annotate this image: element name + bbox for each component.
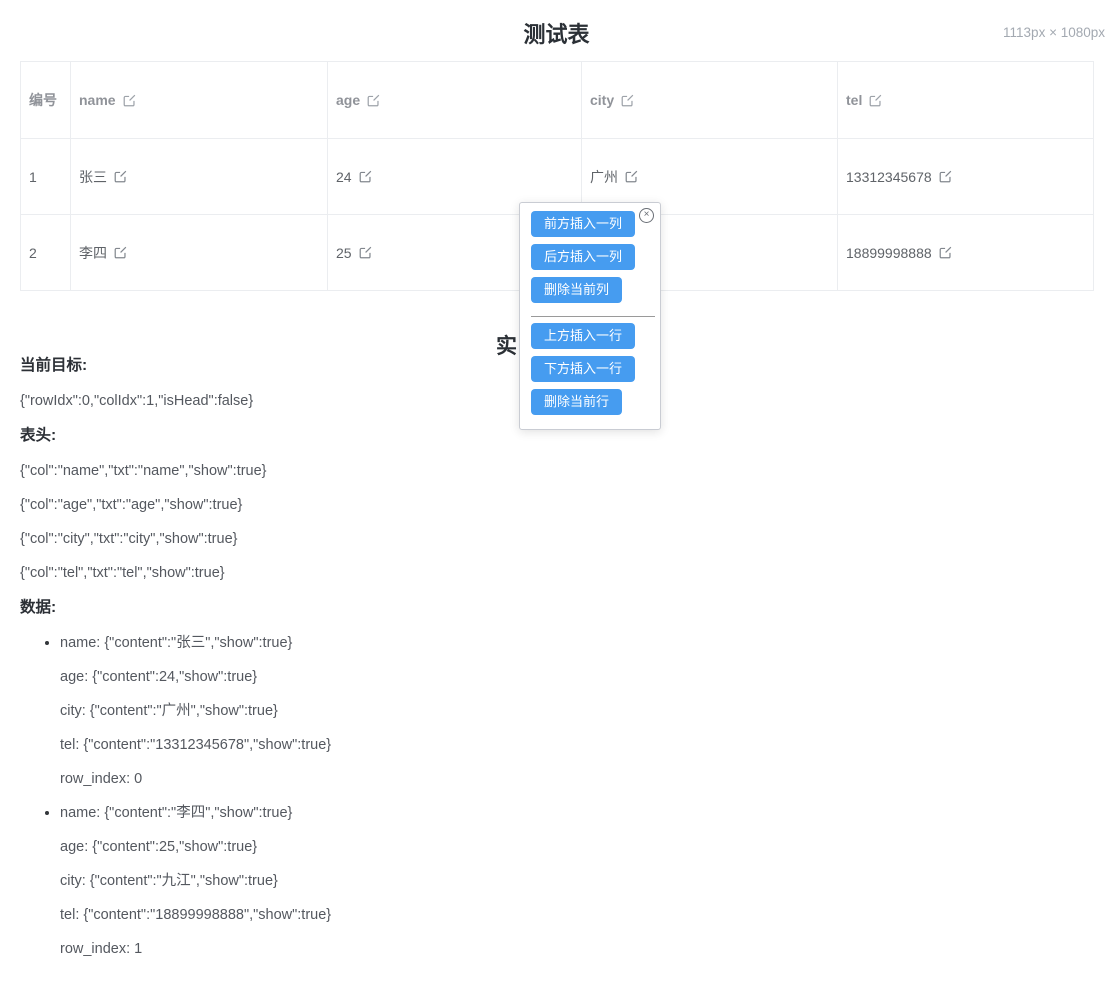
column-header-label: tel [846, 92, 862, 108]
debug-info-panel: 当前目标: {"rowIdx":0,"colIdx":1,"isHead":fa… [20, 355, 1113, 959]
data-json-line: city: {"content":"广州","show":true} [60, 701, 1113, 721]
data-list: name: {"content":"张三","show":true} age: … [20, 633, 1113, 959]
column-header-tel[interactable]: tel [838, 62, 1094, 139]
edit-icon[interactable] [114, 170, 127, 183]
header-json-line: {"col":"age","txt":"age","show":true} [20, 495, 1113, 515]
cell-text: 13312345678 [846, 169, 932, 185]
cell-text: 25 [336, 245, 352, 261]
cell-name[interactable]: 张三 [71, 139, 328, 215]
data-json-line: name: {"content":"李四","show":true} [60, 803, 1113, 823]
cell-name[interactable]: 李四 [71, 215, 328, 291]
edit-icon[interactable] [625, 170, 638, 183]
edit-icon[interactable] [621, 94, 634, 107]
header-json-line: {"col":"tel","txt":"tel","show":true} [20, 563, 1113, 583]
cell-tel[interactable]: 13312345678 [838, 139, 1094, 215]
cell-tel[interactable]: 18899998888 [838, 215, 1094, 291]
cell-text: 24 [336, 169, 352, 185]
data-json-line: age: {"content":24,"show":true} [60, 667, 1113, 687]
column-header-age[interactable]: age [328, 62, 582, 139]
insert-row-below-button[interactable]: 下方插入一行 [531, 356, 635, 382]
table-header-row: 编号 name age city tel [21, 62, 1094, 139]
cell-text: 2 [29, 245, 37, 261]
insert-row-above-button[interactable]: 上方插入一行 [531, 323, 635, 349]
popup-divider [531, 316, 655, 317]
cell-text: 张三 [79, 167, 107, 187]
edit-icon[interactable] [939, 246, 952, 259]
column-header-name[interactable]: name [71, 62, 328, 139]
data-json-line: age: {"content":25,"show":true} [60, 837, 1113, 857]
data-json-line: name: {"content":"张三","show":true} [60, 633, 1113, 653]
close-icon[interactable]: × [639, 208, 654, 223]
column-header-label: city [590, 92, 614, 108]
edit-icon[interactable] [939, 170, 952, 183]
row-number-cell: 1 [21, 139, 71, 215]
edit-icon[interactable] [359, 246, 372, 259]
cell-action-popup: × 前方插入一列 后方插入一列 删除当前列 上方插入一行 下方插入一行 删除当前… [519, 202, 661, 430]
column-header-city[interactable]: city [582, 62, 838, 139]
header-json-line: {"col":"city","txt":"city","show":true} [20, 529, 1113, 549]
row-number-cell: 2 [21, 215, 71, 291]
data-json-line: row_index: 1 [60, 939, 1113, 959]
cell-text: 广州 [590, 167, 618, 187]
column-header-label: age [336, 92, 360, 108]
header-json-line: {"col":"name","txt":"name","show":true} [20, 461, 1113, 481]
data-json-line: city: {"content":"九江","show":true} [60, 871, 1113, 891]
edit-icon[interactable] [359, 170, 372, 183]
column-header-label: 编号 [29, 90, 57, 110]
insert-column-after-button[interactable]: 后方插入一列 [531, 244, 635, 270]
edit-icon[interactable] [123, 94, 136, 107]
viewport-size-label: 1113px × 1080px [1003, 25, 1105, 40]
data-list-item: name: {"content":"张三","show":true} age: … [60, 633, 1113, 789]
data-heading: 数据: [20, 597, 1113, 618]
column-header-label: name [79, 92, 116, 108]
data-list-item: name: {"content":"李四","show":true} age: … [60, 803, 1113, 959]
column-header-index: 编号 [21, 62, 71, 139]
edit-icon[interactable] [367, 94, 380, 107]
data-json-line: tel: {"content":"18899998888","show":tru… [60, 905, 1113, 925]
insert-column-before-button[interactable]: 前方插入一列 [531, 211, 635, 237]
delete-current-row-button[interactable]: 删除当前行 [531, 389, 622, 415]
page-title: 测试表 [0, 20, 1113, 49]
partially-hidden-heading: 实 [496, 330, 517, 360]
cell-text: 1 [29, 169, 37, 185]
edit-icon[interactable] [869, 94, 882, 107]
delete-current-column-button[interactable]: 删除当前列 [531, 277, 622, 303]
edit-icon[interactable] [114, 246, 127, 259]
cell-text: 18899998888 [846, 245, 932, 261]
data-json-line: tel: {"content":"13312345678","show":tru… [60, 735, 1113, 755]
cell-text: 李四 [79, 243, 107, 263]
data-json-line: row_index: 0 [60, 769, 1113, 789]
